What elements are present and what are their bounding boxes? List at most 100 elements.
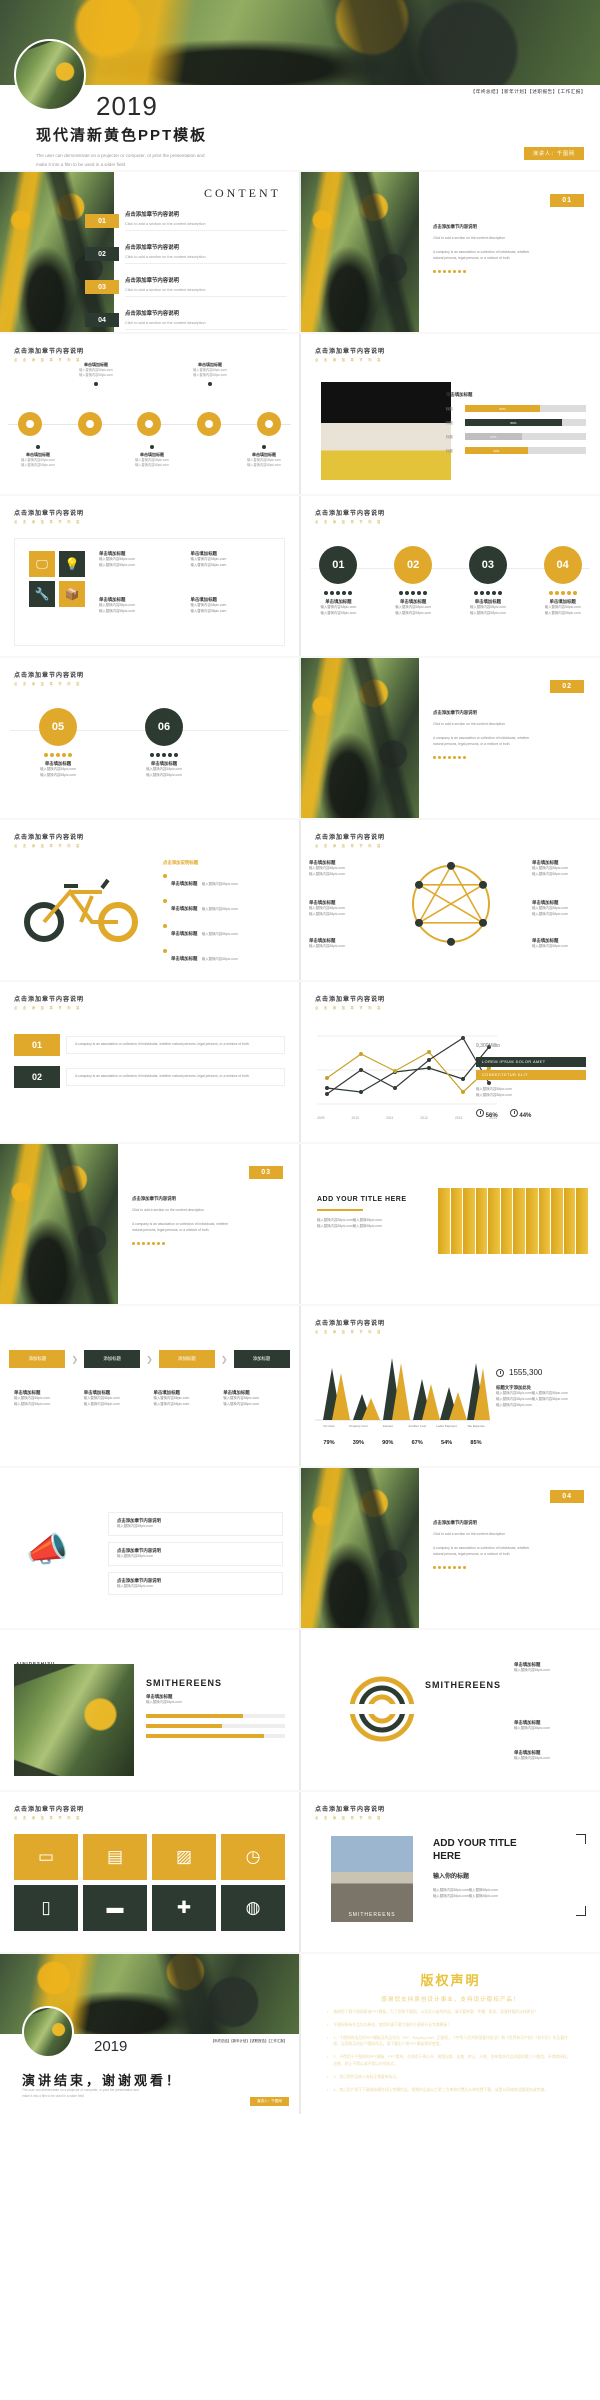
slide-numbered-timeline-2[interactable]: 点击添加章节内容说明 点 击 添 加 章 节 内 容 05 单击填加标题 输入替… <box>0 658 299 818</box>
process-step[interactable]: 添加标题 <box>84 1350 141 1368</box>
bar-track: 62% <box>465 405 586 412</box>
list-item[interactable]: 单击填加标题 输入替换内容58pic.com 输入替换内容58pic.com <box>223 1390 285 1408</box>
icon-entries: 单击填加标题 输入替换内容58pic.com 输入替换内容58pic.com 单… <box>99 551 270 633</box>
list-item[interactable]: 单击填加标题 输入替换内容58pic.com <box>532 938 592 950</box>
process-step[interactable]: 添加标题 <box>158 1350 215 1368</box>
list-item[interactable]: 单击填加标题 输入替换内容58pic.com 输入替换内容58pic.com <box>99 551 179 587</box>
slide-process[interactable]: 添加标题 ❯ 添加标题 ❯ 添加标题 ❯ 添加标题 单击填加标题 输入替换内容5… <box>0 1306 299 1466</box>
list-item[interactable]: 单击填加标题 输入替换内容58pic.com 输入替换内容58pic.com <box>122 442 182 469</box>
numbered-track: 05 单击填加标题 输入替换内容58pic.com 输入替换内容58pic.co… <box>0 708 299 779</box>
list-item[interactable]: 04 点击添加章节内容说明 Click to add a section on … <box>85 309 287 330</box>
slide-header: 点击添加章节内容说明 点 击 添 加 章 节 内 容 <box>14 832 84 848</box>
clock-icon[interactable]: ◷ <box>221 1834 285 1880</box>
list-item[interactable]: 02 单击填加标题 输入替换内容58pic.com 输入替换内容58pic.co… <box>381 546 445 617</box>
list-item[interactable]: 05 单击填加标题 输入替换内容58pic.com 输入替换内容58pic.co… <box>26 708 90 779</box>
list-item[interactable]: 单击填加标题 输入替换内容58pic.com 输入替换内容58pic.com <box>14 1390 76 1408</box>
list-item[interactable]: 单击填加标题 输入替换内容58pic.com 输入替换内容58pic.com <box>154 1390 216 1408</box>
slide-books[interactable]: ADD YOUR TITLE HERE 输入替换内容58pic.com输入替换5… <box>301 1144 600 1304</box>
logo-heading: SMITHEREENS <box>425 1680 502 1690</box>
monitor-icon[interactable]: ▭ <box>14 1834 78 1880</box>
slide-section-02[interactable]: 02 点击添加章节内容说明 Click to add a section on … <box>301 658 600 818</box>
slide-title[interactable]: 【年终总结】【新年计划】【述职报告】【工作汇报】 2019 现代清新黄色PPT模… <box>0 0 600 170</box>
list-item[interactable]: 单击填加标题 输入替换内容58pic.com <box>163 872 283 890</box>
list-item[interactable]: 单击填加标题 输入替换内容58pic.com 输入替换内容58pic.com <box>191 597 271 633</box>
slide-header-en: 点 击 添 加 章 节 内 容 <box>14 682 82 686</box>
list-item[interactable]: 01 单击填加标题 输入替换内容58pic.com 输入替换内容58pic.co… <box>306 546 370 617</box>
process-step[interactable]: 添加标题 <box>233 1350 290 1368</box>
list-item[interactable]: 点击添加章节内容说明 输入替换内容58pic.com <box>108 1541 283 1566</box>
slide-icon-grid[interactable]: 点击添加章节内容说明 点 击 添 加 章 节 内 容 🖵 💡 🔧 📦 单击填加标… <box>0 496 299 656</box>
slide-megaphone[interactable]: 📣 点击添加章节内容说明 输入替换内容58pic.com 点击添加章节内容说明 … <box>0 1468 299 1628</box>
copyright-item: 3、禁止把作品纳入有标注需要有标记。 <box>333 2074 401 2079</box>
slide-add-your-title[interactable]: 点击添加章节内容说明 点 击 添 加 章 节 内 容 SMITHEREENS A… <box>301 1792 600 1952</box>
list-item[interactable]: 03 点击添加章节内容说明 Click to add a section on … <box>85 276 287 297</box>
list-item[interactable]: 单击填加标题 输入替换内容58pic.com <box>309 938 369 950</box>
list-item[interactable]: 单击填加标题 输入替换内容58pic.com 输入替换内容58pic.com <box>309 860 369 878</box>
slide-section-01[interactable]: 01 点击添加章节内容说明 Click to add a section on … <box>301 172 600 332</box>
section-badge: 03 <box>249 1166 283 1179</box>
slide-ribbons[interactable]: 点击添加章节内容说明 点 击 添 加 章 节 内 容 01 A company … <box>0 982 299 1142</box>
list-item[interactable]: 单击填加标题 输入替换内容58pic.com 输入替换内容58pic.com <box>309 900 369 918</box>
table-row: 标题 80% <box>446 419 586 426</box>
list-item[interactable]: 单击填加标题 输入替换内容58pic.com 输入替换内容58pic.com <box>532 860 592 878</box>
list-item[interactable]: 单击填加标题 输入替换内容58pic.com 输入替换内容58pic.com <box>8 442 68 469</box>
list-item[interactable]: 单击填加标题 输入替换内容58pic.com 输入替换内容58pic.com <box>532 900 592 918</box>
list-item[interactable]: 点击添加章节内容说明 输入替换内容58pic.com <box>108 1571 283 1596</box>
title-year: 2019 <box>96 91 158 121</box>
list-item[interactable]: 点击添加章节内容说明 输入替换内容58pic.com <box>108 1512 283 1536</box>
slide-progress-bars[interactable]: 点击添加章节内容说明 点 击 添 加 章 节 内 容 单击填加标题 标题 62%… <box>301 334 600 494</box>
slide-end[interactable]: 【年终总结】【新年计划】【述职报告】【工作汇报】 2019 演讲结束，谢谢观看！… <box>0 1954 299 2114</box>
process-step[interactable]: 添加标题 <box>9 1350 66 1368</box>
item-line: 输入替换内容58pic.com <box>309 871 345 876</box>
speaker-badge: 演讲人：千图网 <box>523 147 584 160</box>
chart-title: 点击添加章节内容说明 <box>315 1321 386 1327</box>
list-item: • 4、禁止用户用于下载或收藏在网上传播作品、视频作品或以之第三方单独付费后从单免… <box>327 2087 549 2092</box>
list-item[interactable]: 单击填加标题 输入替换内容58pic.com <box>163 947 283 965</box>
list-item[interactable]: 06 单击填加标题 输入替换内容58pic.com 输入替换内容58pic.co… <box>132 708 196 779</box>
slide-smithereens-card[interactable]: AINIDESHISU SMITHEREENS 单击填加标题 输入替换内容58p… <box>0 1630 299 1790</box>
slide-bicycle-infographic[interactable]: 点击添加章节内容说明 点 击 添 加 章 节 内 容 点击添加说明标题 单击填加… <box>0 820 299 980</box>
medical-icon[interactable]: ✚ <box>152 1885 216 1931</box>
list-item[interactable]: 单击填加标题 输入替换内容58pic.com <box>514 1662 588 1674</box>
list-item[interactable]: 单击填加标题 输入替换内容58pic.com <box>163 922 283 940</box>
slide-triangle-chart[interactable]: 点击添加章节内容说明 点 击 添 加 章 节 内 容 Fix Cost Prop… <box>301 1306 600 1466</box>
bullet-list: 点击添加说明标题 单击填加标题 输入替换内容58pic.com 单击填加标题 输… <box>163 860 283 972</box>
list-item[interactable]: 单击填加标题 输入替换内容58pic.com <box>163 897 283 915</box>
list-item[interactable]: 01 点击添加章节内容说明 Click to add a section on … <box>85 210 287 231</box>
document-icon[interactable]: ▤ <box>83 1834 147 1880</box>
list-item[interactable]: 04 单击填加标题 输入替换内容58pic.com 输入替换内容58pic.co… <box>531 546 595 617</box>
slide-line-chart[interactable]: 点击添加章节内容说明 点 击 添 加 章 节 内 容 2009 2010 201… <box>301 982 600 1142</box>
mobile-icon[interactable]: ▯ <box>14 1885 78 1931</box>
globe-icon[interactable]: ◍ <box>221 1885 285 1931</box>
slide-circular-logo[interactable]: SMITHEREENS 单击填加标题 输入替换内容58pic.com 单击填加标… <box>301 1630 600 1790</box>
bicycle-shop-photo <box>321 382 451 480</box>
list-item[interactable]: 单击填加标题 输入替换内容58pic.com <box>514 1720 588 1732</box>
slide-icon-tiles[interactable]: 点击添加章节内容说明 点 击 添 加 章 节 内 容 ▭ ▤ ▨ ◷ ▯ ▬ ✚… <box>0 1792 299 1952</box>
list-item[interactable]: 单击填加标题 输入替换内容58pic.com 输入替换内容58pic.com <box>180 362 240 389</box>
list-item[interactable]: 单击填加标题 输入替换内容58pic.com 输入替换内容58pic.com <box>99 597 179 633</box>
table-row: 标题 62% <box>446 405 586 412</box>
slide-circles-timeline[interactable]: 点击添加章节内容说明 点 击 添 加 章 节 内 容 单击填加标题 输入替换内容… <box>0 334 299 494</box>
slide-section-03[interactable]: 03 点击添加章节内容说明 Click to add a section on … <box>0 1144 299 1304</box>
item-line: 输入替换内容58pic.com <box>247 463 281 468</box>
add-title-sub: 输入你的标题 <box>433 1874 470 1880</box>
list-item[interactable]: 单击填加标题 输入替换内容58pic.com <box>514 1750 588 1762</box>
slide-header-cn: 点击添加章节内容说明 <box>14 511 85 517</box>
list-item[interactable]: 02 点击添加章节内容说明 Click to add a section on … <box>85 243 287 264</box>
list-item[interactable]: 02 A company is an association or collec… <box>14 1066 285 1088</box>
list-item[interactable]: 01 A company is an association or collec… <box>14 1034 285 1056</box>
list-item[interactable]: 单击填加标题 输入替换内容58pic.com 输入替换内容58pic.com <box>66 362 126 389</box>
slide-radial-diagram[interactable]: 点击添加章节内容说明 点 击 添 加 章 节 内 容 单击填加标题 输入替换内容… <box>301 820 600 980</box>
slide-copyright[interactable]: 版权声明 感谢您支持原创设计事业，支持设计版权产品！ • 感谢您下载千图网原创PP… <box>301 1954 600 2114</box>
slide-content[interactable]: CONTENT 01 点击添加章节内容说明 Click to add a sec… <box>0 172 299 332</box>
slide-numbered-timeline[interactable]: 点击添加章节内容说明 点 击 添 加 章 节 内 容 01 单击填加标题 输入替… <box>301 496 600 656</box>
list-item[interactable]: 03 单击填加标题 输入替换内容58pic.com 输入替换内容58pic.co… <box>456 546 520 617</box>
bar-label: 标题 <box>446 407 453 411</box>
slide-section-04[interactable]: 04 点击添加章节内容说明 Click to add a section on … <box>301 1468 600 1628</box>
chart-icon[interactable]: ▨ <box>152 1834 216 1880</box>
list-item[interactable]: 单击填加标题 输入替换内容58pic.com 输入替换内容58pic.com <box>191 551 271 587</box>
folder-icon[interactable]: ▬ <box>83 1885 147 1931</box>
list-item[interactable]: 单击填加标题 输入替换内容58pic.com 输入替换内容58pic.com <box>234 442 294 469</box>
list-item[interactable]: 单击填加标题 输入替换内容58pic.com 输入替换内容58pic.com <box>84 1390 146 1408</box>
value-label: 90% <box>382 1440 394 1446</box>
